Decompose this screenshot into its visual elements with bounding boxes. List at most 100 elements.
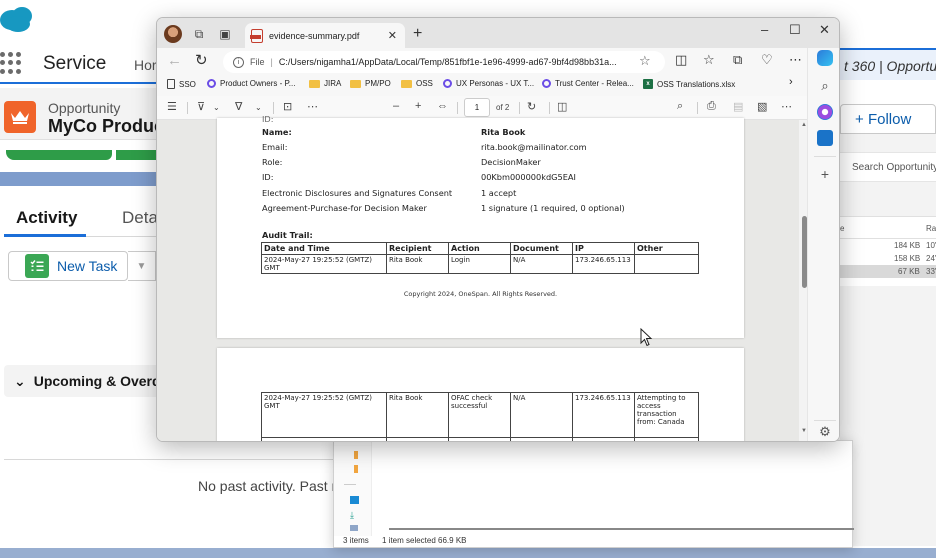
toolbar-separator xyxy=(697,102,698,114)
field-value: DecisionMaker xyxy=(481,157,541,167)
upcoming-overdue-section[interactable]: ⌄ Upcoming & Overdu xyxy=(4,365,160,397)
favorite-product-owners[interactable]: Product Owners - P... xyxy=(207,79,295,88)
list-item[interactable]: 184 KB 10' xyxy=(840,239,936,252)
favorite-jira[interactable]: JIRA xyxy=(309,79,341,88)
selection-info: 1 item selected 66.9 KB xyxy=(382,536,467,545)
nav-item-home[interactable]: Hor xyxy=(134,57,157,73)
add-icon[interactable]: + xyxy=(817,166,833,182)
save-as-icon[interactable]: ▧ xyxy=(757,100,767,113)
favorite-pm-po[interactable]: PM/PO xyxy=(350,79,391,88)
horizontal-scrollbar[interactable] xyxy=(389,528,854,530)
copilot-icon[interactable] xyxy=(817,50,833,66)
profile-avatar[interactable] xyxy=(164,25,182,43)
address-bar[interactable]: i File | C:/Users/nigamha1/AppData/Local… xyxy=(223,51,665,73)
reload-button[interactable]: ↻ xyxy=(195,51,208,69)
highlight-icon[interactable]: ⊽ xyxy=(197,100,205,113)
follow-button[interactable]: + Follow xyxy=(840,104,936,134)
tab-activity[interactable]: Activity xyxy=(16,208,77,228)
column-header: Recipient xyxy=(386,242,449,255)
split-screen-icon[interactable]: ◫ xyxy=(675,52,687,68)
browser-essentials-icon[interactable]: ♡ xyxy=(761,52,773,68)
more-options-icon[interactable]: ⋯ xyxy=(789,52,802,68)
print-icon[interactable]: ⎙ xyxy=(707,100,716,113)
highlight-dropdown-icon[interactable]: ⌄ xyxy=(213,103,220,112)
pdf-page-1: ID: Name: Rita Book Email: rita.book@mai… xyxy=(217,114,744,338)
favorite-label: Product Owners - P... xyxy=(220,79,296,88)
path-stage-complete[interactable] xyxy=(116,150,160,160)
column-header[interactable]: Ra xyxy=(926,224,936,233)
search-opportunity-input[interactable]: Search Opportunity- xyxy=(840,152,936,182)
url-scheme-label: File xyxy=(250,57,265,67)
ring-icon xyxy=(207,79,216,88)
favorite-label: OSS xyxy=(416,79,433,88)
search-icon[interactable]: ⌕ xyxy=(677,100,683,113)
nav-divider xyxy=(344,484,356,485)
office-icon[interactable] xyxy=(817,104,833,120)
outlook-icon[interactable] xyxy=(817,130,833,146)
back-button[interactable]: ← xyxy=(167,52,182,69)
partial-field-label: ID: xyxy=(262,114,274,124)
contents-icon[interactable]: ☰ xyxy=(167,100,177,113)
column-header: IP xyxy=(572,242,635,255)
favorite-ux-personas[interactable]: UX Personas - UX T... xyxy=(443,79,534,88)
list-item-selected[interactable]: 67 KB 33' xyxy=(840,265,936,278)
site-info-icon[interactable]: i xyxy=(233,56,244,68)
favorites-icon[interactable]: ☆ xyxy=(703,52,715,68)
maximize-button[interactable]: ☐ xyxy=(789,22,801,38)
folder-icon[interactable] xyxy=(354,451,358,459)
close-window-button[interactable]: ✕ xyxy=(819,22,830,38)
field-value: 1 accept xyxy=(481,188,517,198)
settings-gear-icon[interactable]: ⚙ xyxy=(817,424,833,440)
page-view-icon[interactable]: ◫ xyxy=(557,100,567,113)
table-cell: N/A xyxy=(510,254,573,274)
close-tab-icon[interactable]: ✕ xyxy=(388,29,405,42)
collections-icon[interactable]: ⧉ xyxy=(733,52,742,68)
list-item[interactable]: 158 KB 24' xyxy=(840,252,936,265)
chevron-down-icon: ⌄ xyxy=(14,372,26,389)
search-icon[interactable]: ⌕ xyxy=(817,78,833,94)
fit-to-width-icon[interactable]: ⇔ xyxy=(437,100,448,112)
text-box-icon[interactable]: ⊡ xyxy=(283,100,292,113)
save-icon[interactable]: ▤ xyxy=(733,100,743,113)
file-rate: 24' xyxy=(926,254,936,263)
column-header[interactable]: e xyxy=(840,224,844,233)
more-tools-icon[interactable]: ⋯ xyxy=(307,100,318,113)
draw-icon[interactable]: ∇ xyxy=(235,100,242,113)
more-pdf-options-icon[interactable]: ⋯ xyxy=(781,100,792,113)
field-label: ID: xyxy=(262,172,274,182)
tab-active-indicator xyxy=(4,234,86,237)
table-header-row: Date and Time Recipient Action Document … xyxy=(261,242,699,255)
rotate-icon[interactable]: ↻ xyxy=(527,100,536,113)
favorite-oss-translations[interactable]: x OSS Translations.xlsx xyxy=(643,79,735,89)
zoom-in-icon[interactable]: + xyxy=(415,100,421,112)
downloads-icon[interactable]: ⤓ xyxy=(350,510,354,521)
favorites-overflow-icon[interactable]: › xyxy=(789,76,793,88)
new-task-button[interactable]: New Task xyxy=(8,251,128,281)
favorite-star-icon[interactable]: ☆ xyxy=(639,53,651,69)
favorite-trust-center[interactable]: Trust Center - Relea... xyxy=(542,79,634,88)
path-stage-complete[interactable] xyxy=(6,150,112,160)
field-value: 1 signature (1 required, 0 optional) xyxy=(481,203,625,213)
audit-trail-table: Date and Time Recipient Action Document … xyxy=(261,242,699,274)
workspaces-icon[interactable]: ⧉ xyxy=(191,26,207,42)
favorite-oss[interactable]: OSS xyxy=(401,79,433,88)
new-task-dropdown-button[interactable]: ▼ xyxy=(128,251,156,281)
new-tab-button[interactable]: + xyxy=(413,25,422,43)
field-label: Role: xyxy=(262,157,283,167)
zoom-out-icon[interactable]: – xyxy=(393,100,399,112)
table-cell xyxy=(634,254,699,274)
folder-icon[interactable] xyxy=(354,465,358,473)
minimize-button[interactable]: – xyxy=(761,22,768,37)
page-number-input[interactable]: 1 xyxy=(464,98,490,117)
favorites-bar: SSO Product Owners - P... JIRA PM/PO OSS… xyxy=(157,74,839,96)
desktop-icon[interactable] xyxy=(350,496,359,504)
pdf-page-2: 2024-May-27 19:25:52 (GMTZ) GMT Rita Boo… xyxy=(217,348,744,441)
tab-actions-icon[interactable]: ▣ xyxy=(217,26,233,42)
app-launcher-icon[interactable] xyxy=(0,52,22,74)
favorite-label: UX Personas - UX T... xyxy=(456,79,535,88)
documents-icon[interactable] xyxy=(350,525,358,531)
draw-dropdown-icon[interactable]: ⌄ xyxy=(255,103,262,112)
tab-evidence-summary[interactable]: evidence-summary.pdf ✕ xyxy=(245,23,405,48)
favorite-sso[interactable]: SSO xyxy=(167,79,196,89)
favorite-label: JIRA xyxy=(324,79,342,88)
